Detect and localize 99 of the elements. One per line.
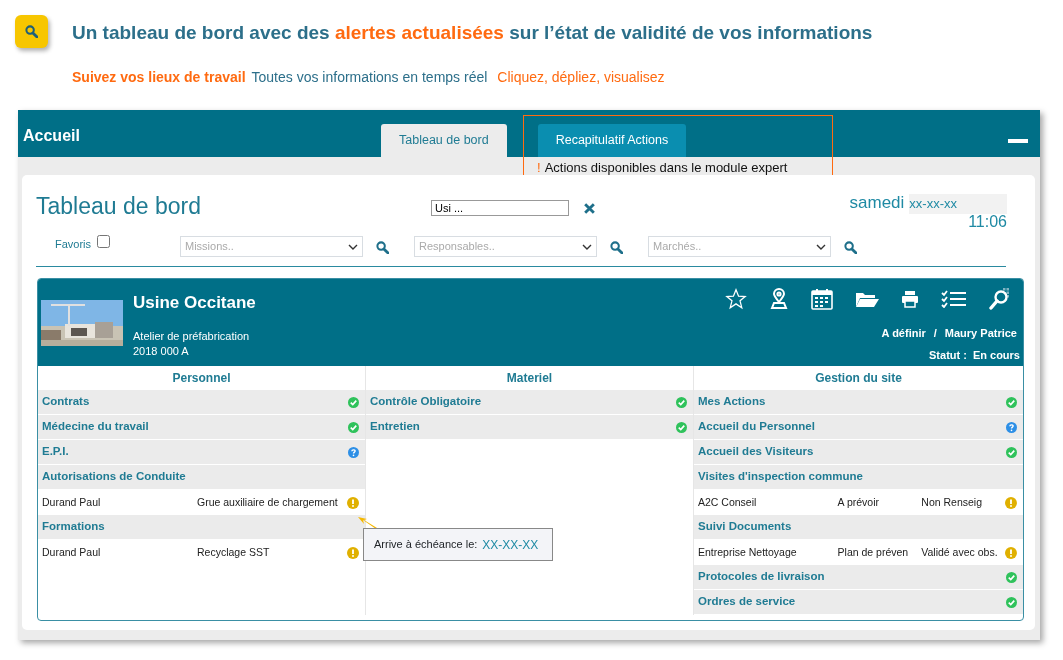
section-row[interactable]: Accueil des Visiteurs	[694, 440, 1023, 465]
exclamation-circle-icon	[1005, 546, 1017, 559]
column-heading: Gestion du site	[814, 370, 903, 387]
section-label: E.P.I.	[42, 444, 69, 460]
tagline-text: Toutes vos informations en temps réel	[251, 68, 488, 87]
table-cell-text: Plan de préven	[837, 544, 910, 560]
check-circle-icon	[348, 396, 359, 408]
site-code: 2018 000 A	[133, 344, 189, 359]
section-row[interactable]: Autorisations de Conduite	[38, 465, 365, 490]
assignee-label: A définir	[881, 326, 926, 341]
section-label: Entretien	[370, 419, 420, 435]
section-row[interactable]: Contrats	[38, 390, 365, 415]
section-label: Accueil des Visiteurs	[698, 444, 814, 460]
section-row[interactable]: Formations	[38, 515, 365, 540]
table-cell-text: A2C Conseil	[698, 494, 758, 510]
check-circle-icon	[1006, 446, 1017, 458]
question-circle-icon	[348, 446, 359, 458]
status-value: En cours	[972, 348, 1020, 363]
separator-label: /	[933, 326, 937, 341]
tooltip-label: Arrive à échéance le:	[374, 537, 478, 553]
section-label: Contrôle Obligatoire	[370, 394, 482, 410]
filter-dropdown[interactable]: Missions..	[180, 236, 363, 257]
check-circle-icon	[676, 421, 687, 433]
section-label: Autorisations de Conduite	[42, 469, 186, 485]
star-icon[interactable]	[725, 288, 747, 310]
tagline-text: Cliquez, dépliez, visualisez	[497, 68, 665, 87]
table-cell-text: Grue auxiliaire de chargement	[197, 494, 339, 510]
headline: Un tableau de bord avec des alertes actualisées sur l’état de validité de vos informations	[72, 21, 873, 45]
folder-icon[interactable]	[855, 290, 879, 308]
check-circle-icon	[1006, 596, 1017, 608]
table-cell-text: Durand Paul	[42, 544, 102, 560]
arrow-icon	[357, 516, 377, 530]
table-cell-text: A prévoir	[837, 494, 880, 510]
section-row[interactable]: E.P.I.	[38, 440, 365, 465]
section-row[interactable]: Médecine du travail	[38, 415, 365, 440]
section-label: Accueil du Personnel	[698, 419, 815, 435]
tab[interactable]: Tableau de bord	[381, 124, 507, 157]
search-field[interactable]: Usi ...	[431, 200, 569, 216]
section-label: Suivi Documents	[698, 519, 792, 535]
section-row[interactable]: Entretien	[366, 415, 693, 440]
caret-icon	[582, 243, 592, 250]
printer-icon[interactable]	[901, 290, 919, 308]
page-title: Tableau de bord	[36, 192, 201, 221]
tagline-heading: Suivez vos lieux de travail	[72, 68, 246, 87]
exclamation-circle-icon	[1005, 496, 1017, 509]
exclamation-circle-icon	[347, 496, 359, 509]
section-row[interactable]: Suivi Documents	[694, 515, 1023, 540]
section-label: Médecine du travail	[42, 419, 149, 435]
status-label: Statut :	[929, 348, 967, 363]
section-row[interactable]: Ordres de service	[694, 590, 1023, 615]
section-label: Protocoles de livraison	[698, 569, 825, 585]
app-title: Accueil	[23, 126, 80, 146]
check-circle-icon	[348, 421, 359, 433]
site-name: Usine Occitane	[133, 292, 256, 314]
map-pin-icon[interactable]	[769, 288, 789, 310]
section-row[interactable]: Protocoles de livraison	[694, 565, 1023, 590]
exclamation-circle-icon	[347, 546, 359, 559]
table-cell-text: Entreprise Nettoyage	[698, 544, 798, 560]
column-heading: Materiel	[505, 370, 554, 387]
callout-note: ! Actions disponibles dans le module expert	[537, 159, 788, 177]
search-icon[interactable]	[844, 241, 857, 254]
day-label: samedi	[849, 192, 905, 214]
check-circle-icon	[1006, 396, 1017, 408]
section-label: Visites d'inspection commune	[698, 469, 863, 485]
favorites-checkbox[interactable]	[97, 235, 110, 248]
filter-dropdown[interactable]: Responsables..	[414, 236, 597, 257]
tooltip-date: XX-XX-XX	[482, 536, 539, 554]
favorites-label: Favoris	[55, 237, 92, 252]
checklist-icon[interactable]	[941, 290, 967, 308]
section-label: Mes Actions	[698, 394, 766, 410]
section-row[interactable]: Contrôle Obligatoire	[366, 390, 693, 415]
manager-label: Maury Patrice	[944, 326, 1017, 341]
question-circle-icon	[1006, 421, 1017, 433]
check-circle-icon	[1006, 571, 1017, 583]
date-label: xx-xx-xx	[909, 194, 1007, 214]
filter-dropdown[interactable]: Marchés..	[648, 236, 831, 257]
caret-icon	[816, 243, 826, 250]
search-icon[interactable]	[376, 241, 389, 254]
section-row[interactable]: Visites d'inspection commune	[694, 465, 1023, 490]
close-icon[interactable]	[583, 202, 596, 215]
section-label: Ordres de service	[698, 594, 796, 610]
calendar-icon[interactable]	[811, 288, 833, 310]
section-label: Contrats	[42, 394, 90, 410]
column-heading: Personnel	[171, 370, 232, 387]
table-cell-text: Validé avec obs.	[921, 544, 999, 560]
section-row[interactable]: Mes Actions	[694, 390, 1023, 415]
time-label: 11:06	[968, 212, 1007, 232]
table-cell-text: Non Renseig	[921, 494, 983, 510]
section-row[interactable]: Accueil du Personnel	[694, 415, 1023, 440]
search-icon[interactable]	[610, 241, 623, 254]
section-label: Formations	[42, 519, 105, 535]
search-icon[interactable]	[989, 288, 1011, 310]
tab[interactable]: Recapitulatif Actions	[537, 124, 687, 157]
caret-icon	[348, 243, 358, 250]
site-subtitle: Atelier de préfabrication	[133, 329, 250, 344]
table-cell-text: Durand Paul	[42, 494, 102, 510]
search-badge-icon	[15, 15, 48, 48]
table-cell-text: Recyclage SST	[197, 544, 271, 560]
check-circle-icon	[676, 396, 687, 408]
